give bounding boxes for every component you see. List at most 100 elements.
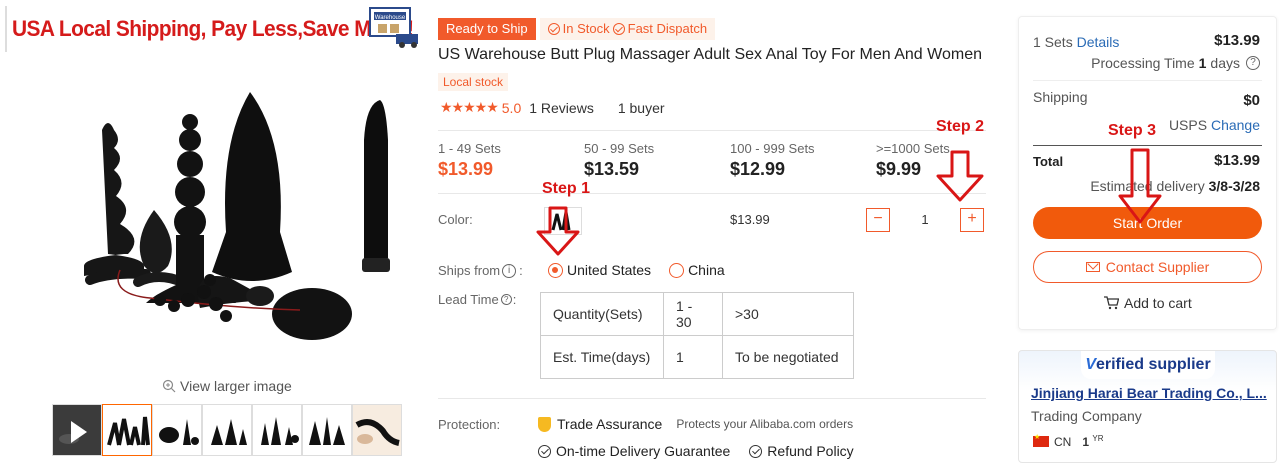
ships-from-label: Ships from: [438, 263, 501, 278]
trade-assurance-row: Trade Assurance Protects your Alibaba.co…: [538, 416, 853, 432]
years-badge: 1 YR: [1082, 434, 1103, 449]
reviews-link[interactable]: 1 Reviews: [529, 100, 594, 116]
lead-time-table: Quantity(Sets) 1 - 30 >30 Est. Time(days…: [540, 292, 854, 379]
truck-label: Warehouse: [375, 15, 406, 21]
check-circle-icon: [612, 23, 625, 35]
step-1-arrow-icon: [536, 206, 580, 256]
increase-button[interactable]: +: [960, 208, 984, 232]
processing-days: 1: [1198, 55, 1207, 71]
thumbnail-video[interactable]: [52, 404, 102, 456]
warehouse-truck-icon: Warehouse: [369, 7, 418, 48]
promo-banner: USA Local Shipping, Pay Less,Save More !: [6, 4, 426, 54]
price-tier: 100 - 999 Sets $12.99: [730, 141, 815, 180]
tier-price: $13.59: [584, 159, 640, 179]
stock-badge: In Stock Fast Dispatch: [539, 18, 716, 40]
ship-option-china[interactable]: China: [669, 262, 725, 278]
add-to-cart-label: Add to cart: [1124, 295, 1192, 311]
thumbnail-1[interactable]: [102, 404, 152, 456]
ready-to-ship-badge: Ready to Ship: [438, 18, 536, 40]
carrier-name: USPS: [1168, 117, 1208, 133]
table-cell: >30: [722, 292, 854, 336]
thumbnail-5[interactable]: [302, 404, 352, 456]
rating-row: ★★★★★ 5.0 1 Reviews 1 buyer: [440, 99, 665, 116]
years-count: 1: [1082, 435, 1090, 449]
decrease-button[interactable]: −: [866, 208, 890, 232]
check-circle-icon: [538, 444, 551, 458]
color-label: Color:: [438, 212, 473, 227]
delivery-dates: 3/8-3/28: [1208, 178, 1260, 194]
thumbnail-3[interactable]: [202, 404, 252, 456]
refund-policy-label[interactable]: Refund Policy: [767, 443, 853, 459]
step-3-label: Step 3: [1108, 122, 1157, 139]
tier-quantity: 100 - 999 Sets: [730, 141, 815, 156]
sets-summary: 1 Sets Details: [1033, 34, 1119, 50]
cart-icon: [1104, 296, 1119, 310]
info-icon[interactable]: i: [502, 263, 517, 278]
protection-label: Protection:: [438, 417, 501, 432]
step-2-label: Step 2: [936, 118, 985, 135]
table-cell: 1 - 30: [663, 292, 723, 336]
view-larger-link[interactable]: View larger image: [162, 378, 292, 394]
price-tier: 1 - 49 Sets $13.99: [438, 141, 501, 180]
thumbnail-art: [159, 419, 199, 445]
processing-suffix: days: [1210, 55, 1240, 71]
carrier-row: USPS Change: [1169, 117, 1260, 133]
table-row: Quantity(Sets) 1 - 30 >30: [540, 292, 854, 336]
supplier-name-link[interactable]: Jinjiang Harai Bear Trading Co., L...: [1031, 385, 1267, 401]
delivery-guarantee-label[interactable]: On-time Delivery Guarantee: [556, 443, 730, 459]
unit-price: $13.99: [730, 212, 770, 227]
verified-v: V: [1085, 356, 1096, 373]
table-row: Est. Time(days) 1 To be negotiated: [540, 335, 854, 379]
lead-time-row: Lead Time ? :: [438, 292, 516, 307]
info-icon[interactable]: ?: [1246, 56, 1260, 70]
thumbnail-2[interactable]: [152, 404, 202, 456]
price-tier: 50 - 99 Sets $13.59: [584, 141, 654, 180]
fast-dispatch-label: Fast Dispatch: [627, 21, 708, 36]
video-thumb-art: [59, 421, 87, 444]
guarantee-row: On-time Delivery Guarantee Refund Policy: [538, 443, 854, 459]
thumbnail-6[interactable]: [352, 404, 402, 456]
shipping-cost: $0: [1243, 92, 1260, 109]
contact-supplier-label: Contact Supplier: [1105, 259, 1210, 275]
add-to-cart-button[interactable]: Add to cart: [1103, 295, 1192, 311]
supplier-country: CN 1 YR: [1033, 433, 1104, 449]
china-flag-icon: [1033, 433, 1049, 447]
step-3-arrow-icon: [1118, 148, 1162, 224]
years-unit: YR: [1092, 434, 1104, 443]
details-link[interactable]: Details: [1077, 34, 1120, 50]
rating-value: 5.0: [501, 99, 522, 116]
thumbnail-art: [211, 419, 247, 445]
thumbnail-art: [309, 417, 345, 445]
ships-from-options: United States China: [548, 262, 725, 278]
product-title: US Warehouse Butt Plug Massager Adult Se…: [438, 46, 982, 63]
supplier-card: Verified supplier Jinjiang Harai Bear Tr…: [1018, 350, 1277, 463]
table-cell: To be negotiated: [722, 335, 854, 379]
radio-icon[interactable]: [669, 262, 685, 278]
sets-count: 1 Sets: [1033, 34, 1073, 50]
view-larger-label: View larger image: [180, 378, 292, 394]
local-stock-tag: Local stock: [438, 73, 509, 91]
quantity-input[interactable]: 1: [890, 208, 960, 232]
tier-price: $13.99: [438, 159, 494, 179]
processing-prefix: Processing Time: [1091, 55, 1195, 71]
change-carrier-link[interactable]: Change: [1211, 117, 1260, 133]
total-price: $13.99: [1214, 152, 1260, 169]
check-circle-icon: [749, 444, 763, 458]
shield-icon: [538, 416, 551, 432]
ship-option-label: United States: [567, 262, 652, 278]
table-cell: Est. Time(days): [540, 335, 664, 379]
help-icon[interactable]: ?: [500, 294, 512, 305]
trade-assurance-label[interactable]: Trade Assurance: [557, 416, 662, 432]
banner-text: USA Local Shipping, Pay Less,Save More !: [12, 16, 414, 41]
ships-from-row: Ships from i :: [438, 263, 523, 278]
step-1-label: Step 1: [542, 180, 591, 197]
thumbnail-art: [261, 417, 299, 445]
tier-quantity: 1 - 49 Sets: [438, 141, 501, 156]
contact-supplier-button[interactable]: Contact Supplier: [1033, 251, 1262, 283]
check-circle-icon: [547, 23, 560, 35]
table-cell: 1: [663, 335, 723, 379]
thumbnail-4[interactable]: [252, 404, 302, 456]
product-main-image: [84, 92, 390, 340]
ship-option-united-states[interactable]: United States: [548, 262, 651, 278]
radio-selected-icon[interactable]: [548, 262, 563, 278]
